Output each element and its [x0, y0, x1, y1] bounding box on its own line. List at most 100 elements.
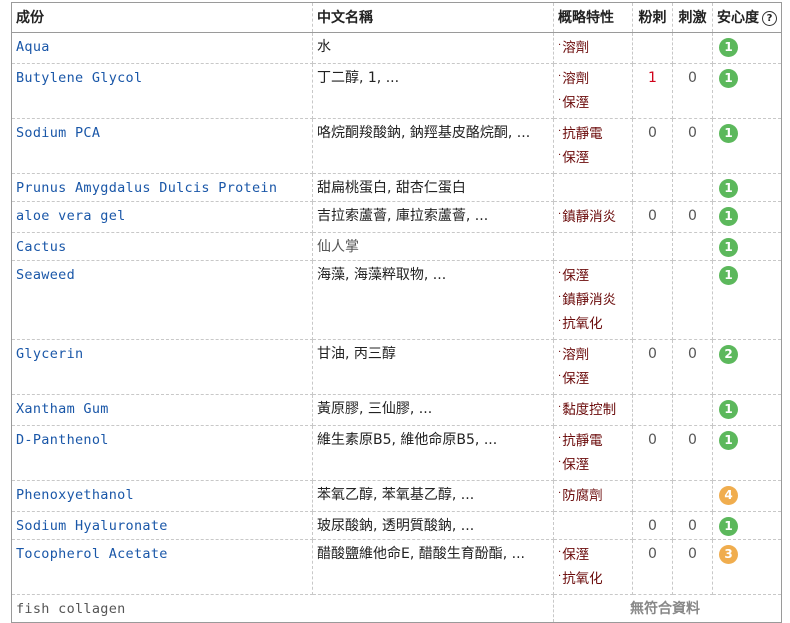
properties-cell: 溶劑保溼: [553, 63, 633, 119]
property-tag: 保溼: [558, 368, 628, 392]
ingredient-link[interactable]: Tocopherol Acetate: [16, 546, 168, 562]
ingredient-link[interactable]: Seaweed: [16, 267, 75, 283]
ingredient-link[interactable]: Xantham Gum: [16, 401, 109, 417]
safety-badge: 4: [719, 486, 738, 505]
property-tag: 溶劑: [558, 37, 628, 61]
chinese-name: 丁二醇, 1, ...: [317, 70, 400, 86]
table-row: aloe vera gel 吉拉索蘆薈, 庫拉索蘆薈, ... 鎮靜消炎 0 0 1: [11, 201, 782, 233]
chinese-name: 水: [317, 39, 331, 55]
properties-cell: [553, 232, 633, 261]
properties-cell: 保溼鎮靜消炎抗氧化: [553, 260, 633, 340]
safety-cell: 1: [712, 32, 782, 64]
table-row: Seaweed 海藻, 海藻粹取物, ... 保溼鎮靜消炎抗氧化 1: [11, 260, 782, 340]
properties-cell: 保溼抗氧化: [553, 539, 633, 595]
table-row: Sodium Hyaluronate 玻尿酸鈉, 透明質酸鈉, ... 0 0 1: [11, 511, 782, 540]
ingredient-link[interactable]: Cactus: [16, 239, 67, 255]
property-tag: 溶劑: [558, 344, 628, 368]
acne-value: 0: [648, 125, 657, 141]
help-icon[interactable]: ?: [762, 11, 777, 26]
no-match-message: 無符合資料: [630, 601, 700, 617]
chinese-name: 海藻, 海藻粹取物, ...: [317, 267, 447, 283]
safety-badge: 1: [719, 431, 738, 450]
chinese-name: 玻尿酸鈉, 透明質酸鈉, ...: [317, 518, 475, 534]
ingredient-link[interactable]: Prunus Amygdalus Dulcis Protein: [16, 180, 277, 196]
acne-cell: 0: [632, 339, 673, 395]
safety-cell: 1: [712, 511, 782, 540]
property-tag: 抗氧化: [558, 568, 628, 592]
property-tag: 黏度控制: [558, 399, 628, 423]
properties-cell: [553, 511, 633, 540]
ingredient-link[interactable]: aloe vera gel: [16, 208, 126, 224]
acne-value: 0: [648, 346, 657, 362]
safety-cell: 3: [712, 539, 782, 595]
property-tag: 保溼: [558, 147, 628, 171]
safety-badge: 2: [719, 345, 738, 364]
safety-badge: 3: [719, 545, 738, 564]
chinese-name: 吉拉索蘆薈, 庫拉索蘆薈, ...: [317, 208, 489, 224]
table-row: Prunus Amygdalus Dulcis Protein 甜扁桃蛋白, 甜杏…: [11, 173, 782, 202]
safety-cell: 1: [712, 425, 782, 481]
ingredient-cell: Sodium PCA: [11, 118, 313, 174]
ingredient-link[interactable]: Phenoxyethanol: [16, 487, 134, 503]
property-tag: 抗氧化: [558, 313, 628, 337]
ingredient-cell: Tocopherol Acetate: [11, 539, 313, 595]
safety-badge: 1: [719, 400, 738, 419]
acne-cell: 0: [632, 201, 673, 233]
chinese-name: 甘油, 丙三醇: [317, 346, 396, 362]
safety-badge: 1: [719, 69, 738, 88]
property-tag: 保溼: [558, 265, 628, 289]
chinese-name: 醋酸鹽維他命E, 醋酸生育酚酯, ...: [317, 546, 525, 562]
irritation-cell: 0: [672, 539, 713, 595]
irritation-cell: 0: [672, 63, 713, 119]
acne-cell: [632, 32, 673, 64]
ingredient-cell: Seaweed: [11, 260, 313, 340]
chinese-name: 維生素原B5, 維他命原B5, ...: [317, 432, 498, 448]
safety-badge: 1: [719, 266, 738, 285]
property-tag: 溶劑: [558, 68, 628, 92]
ingredient-cell: Xantham Gum: [11, 394, 313, 426]
acne-value: 0: [648, 518, 657, 534]
table-row: D-Panthenol 維生素原B5, 維他命原B5, ... 抗靜電保溼 0 0 1: [11, 425, 782, 481]
ingredient-link[interactable]: D-Panthenol: [16, 432, 109, 448]
ingredient-cell: aloe vera gel: [11, 201, 313, 233]
ingredient-link[interactable]: Sodium PCA: [16, 125, 100, 141]
safety-cell: 1: [712, 232, 782, 261]
ingredient-link[interactable]: Butylene Glycol: [16, 70, 142, 86]
chinese-name-cell: 吉拉索蘆薈, 庫拉索蘆薈, ...: [312, 201, 554, 233]
table-row: Xantham Gum 黃原膠, 三仙膠, ... 黏度控制 1: [11, 394, 782, 426]
safety-cell: 1: [712, 118, 782, 174]
properties-cell: 溶劑保溼: [553, 339, 633, 395]
acne-cell: [632, 480, 673, 512]
chinese-name-cell: 苯氧乙醇, 苯氧基乙醇, ...: [312, 480, 554, 512]
irritation-value: 0: [688, 346, 697, 362]
ingredient-link[interactable]: Sodium Hyaluronate: [16, 518, 168, 534]
safety-cell: 1: [712, 63, 782, 119]
ingredient-link[interactable]: Glycerin: [16, 346, 83, 362]
unmatched-message-cell: 無符合資料: [554, 595, 782, 623]
safety-badge: 1: [719, 124, 738, 143]
properties-cell: 溶劑: [553, 32, 633, 64]
safety-badge: 1: [719, 238, 738, 257]
ingredient-cell: Prunus Amygdalus Dulcis Protein: [11, 173, 313, 202]
acne-cell: [632, 173, 673, 202]
chinese-name-cell: 咯烷酮羧酸鈉, 鈉羥基皮酪烷酮, ...: [312, 118, 554, 174]
property-tag: 保溼: [558, 544, 628, 568]
unmatched-ingredient: fish collagen: [16, 601, 126, 617]
irritation-cell: [672, 260, 713, 340]
safety-badge: 1: [719, 179, 738, 198]
property-tag: 保溼: [558, 454, 628, 478]
ingredient-table-container: 成份 中文名稱 概略特性 粉刺 刺激 安心度? Aqua水溶劑1Butylene…: [11, 2, 782, 623]
ingredient-table: 成份 中文名稱 概略特性 粉刺 刺激 安心度? Aqua水溶劑1Butylene…: [11, 2, 782, 623]
irritation-value: 0: [688, 518, 697, 534]
acne-value: 0: [648, 208, 657, 224]
properties-cell: 防腐劑: [553, 480, 633, 512]
table-header-row: 成份 中文名稱 概略特性 粉刺 刺激 安心度?: [11, 2, 782, 33]
ingredient-cell: Sodium Hyaluronate: [11, 511, 313, 540]
safety-badge: 1: [719, 38, 738, 57]
ingredient-link[interactable]: Aqua: [16, 39, 50, 55]
property-tag: 抗靜電: [558, 123, 628, 147]
irritation-cell: [672, 173, 713, 202]
chinese-name-cell: 甘油, 丙三醇: [312, 339, 554, 395]
chinese-name: 黃原膠, 三仙膠, ...: [317, 401, 433, 417]
irritation-cell: 0: [672, 339, 713, 395]
